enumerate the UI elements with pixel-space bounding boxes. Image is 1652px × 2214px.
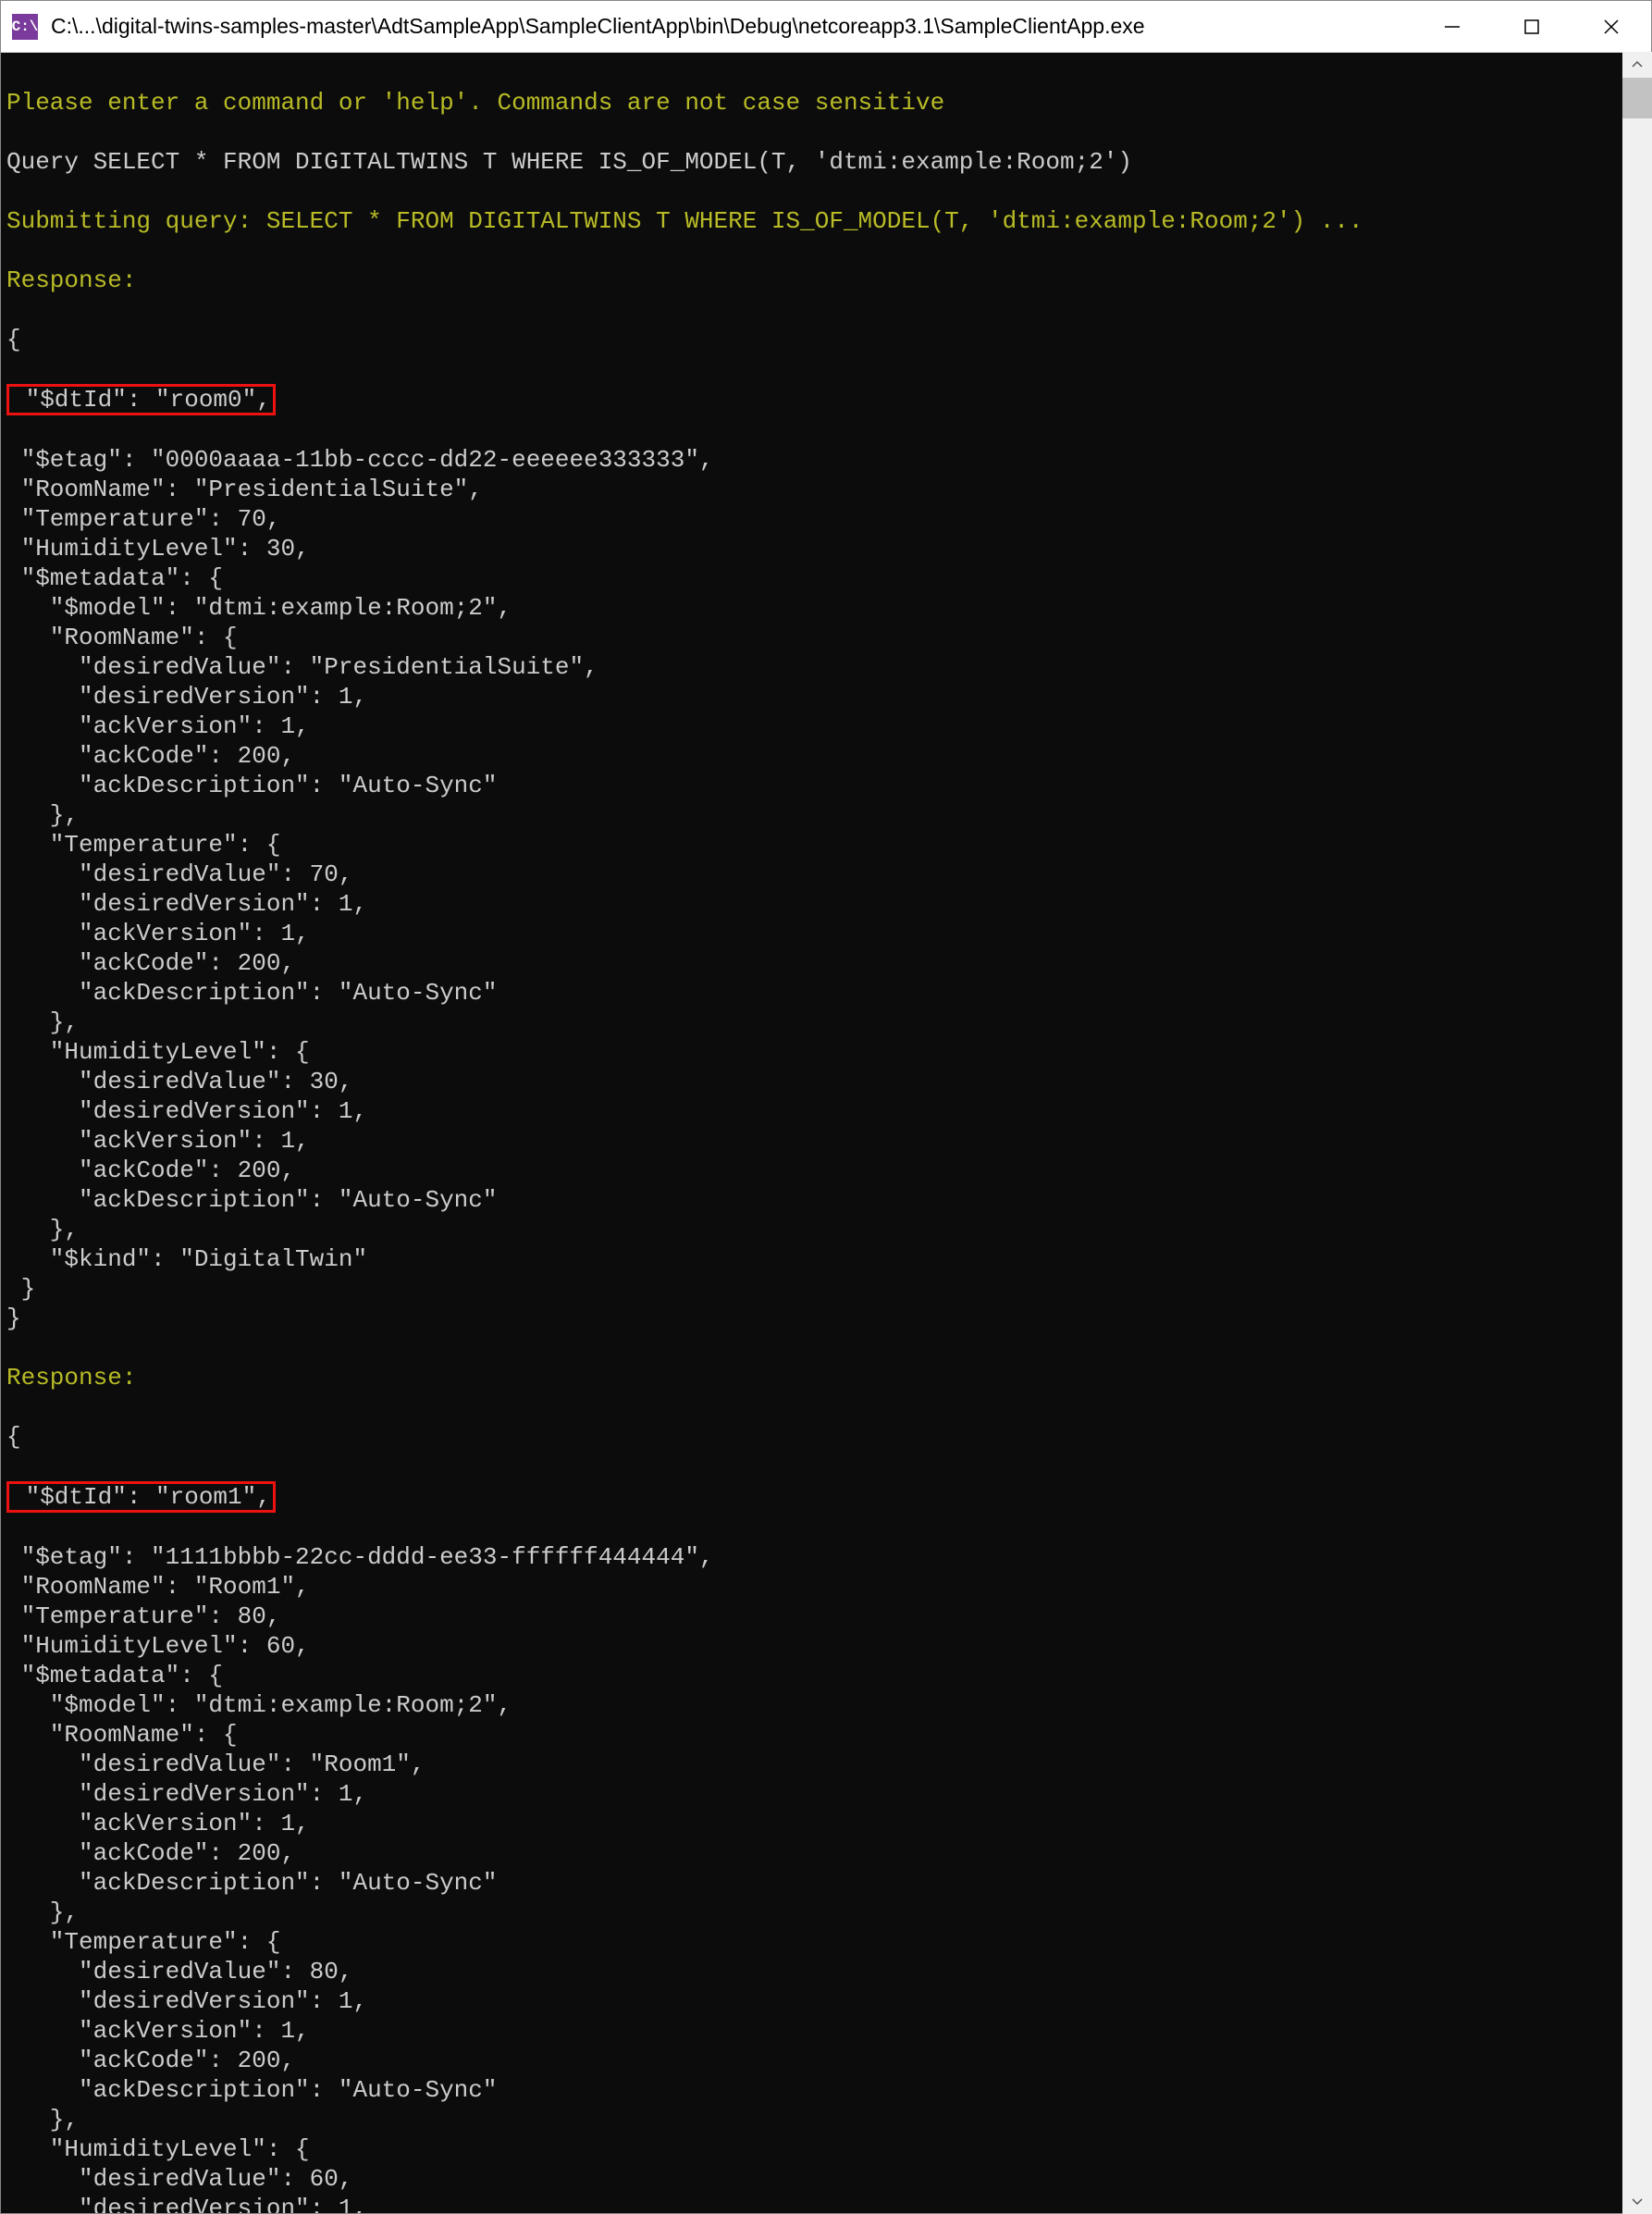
response-label-2: Response: [6, 1363, 1651, 1392]
close-icon [1602, 18, 1621, 36]
window-title: C:\...\digital-twins-samples-master\AdtS… [51, 14, 1412, 39]
minimize-button[interactable] [1412, 1, 1492, 52]
minimize-icon [1443, 18, 1461, 36]
json-dtid-2: "$dtId": "room1", [6, 1481, 1651, 1513]
vertical-scrollbar[interactable] [1622, 52, 1652, 2214]
console-prompt: Please enter a command or 'help'. Comman… [6, 88, 1651, 118]
json-open-2: { [6, 1422, 1651, 1452]
window-controls [1412, 1, 1651, 52]
json-block-2: "$etag": "1111bbbb-22cc-dddd-ee33-ffffff… [6, 1542, 1651, 2213]
title-bar[interactable]: C:\ C:\...\digital-twins-samples-master\… [1, 1, 1651, 53]
app-window: C:\ C:\...\digital-twins-samples-master\… [0, 0, 1652, 2214]
scroll-thumb[interactable] [1622, 78, 1652, 118]
query-line: Query SELECT * FROM DIGITALTWINS T WHERE… [6, 147, 1651, 177]
scroll-up-button[interactable] [1622, 52, 1652, 78]
json-block-1: "$etag": "0000aaaa-11bb-cccc-dd22-eeeeee… [6, 445, 1651, 1333]
chevron-up-icon [1631, 58, 1644, 71]
chevron-down-icon [1631, 2195, 1644, 2208]
dtid-highlight-2: "$dtId": "room1", [6, 1481, 276, 1513]
maximize-icon [1523, 18, 1541, 36]
scroll-down-button[interactable] [1622, 2188, 1652, 2214]
json-dtid-1: "$dtId": "room0", [6, 384, 1651, 415]
response-label-1: Response: [6, 266, 1651, 295]
maximize-button[interactable] [1492, 1, 1572, 52]
dtid-highlight-1: "$dtId": "room0", [6, 384, 276, 415]
close-button[interactable] [1572, 1, 1651, 52]
submitting-line: Submitting query: SELECT * FROM DIGITALT… [6, 206, 1651, 236]
console-output[interactable]: Please enter a command or 'help'. Comman… [1, 53, 1651, 2213]
app-icon: C:\ [12, 14, 38, 40]
json-open-1: { [6, 325, 1651, 354]
